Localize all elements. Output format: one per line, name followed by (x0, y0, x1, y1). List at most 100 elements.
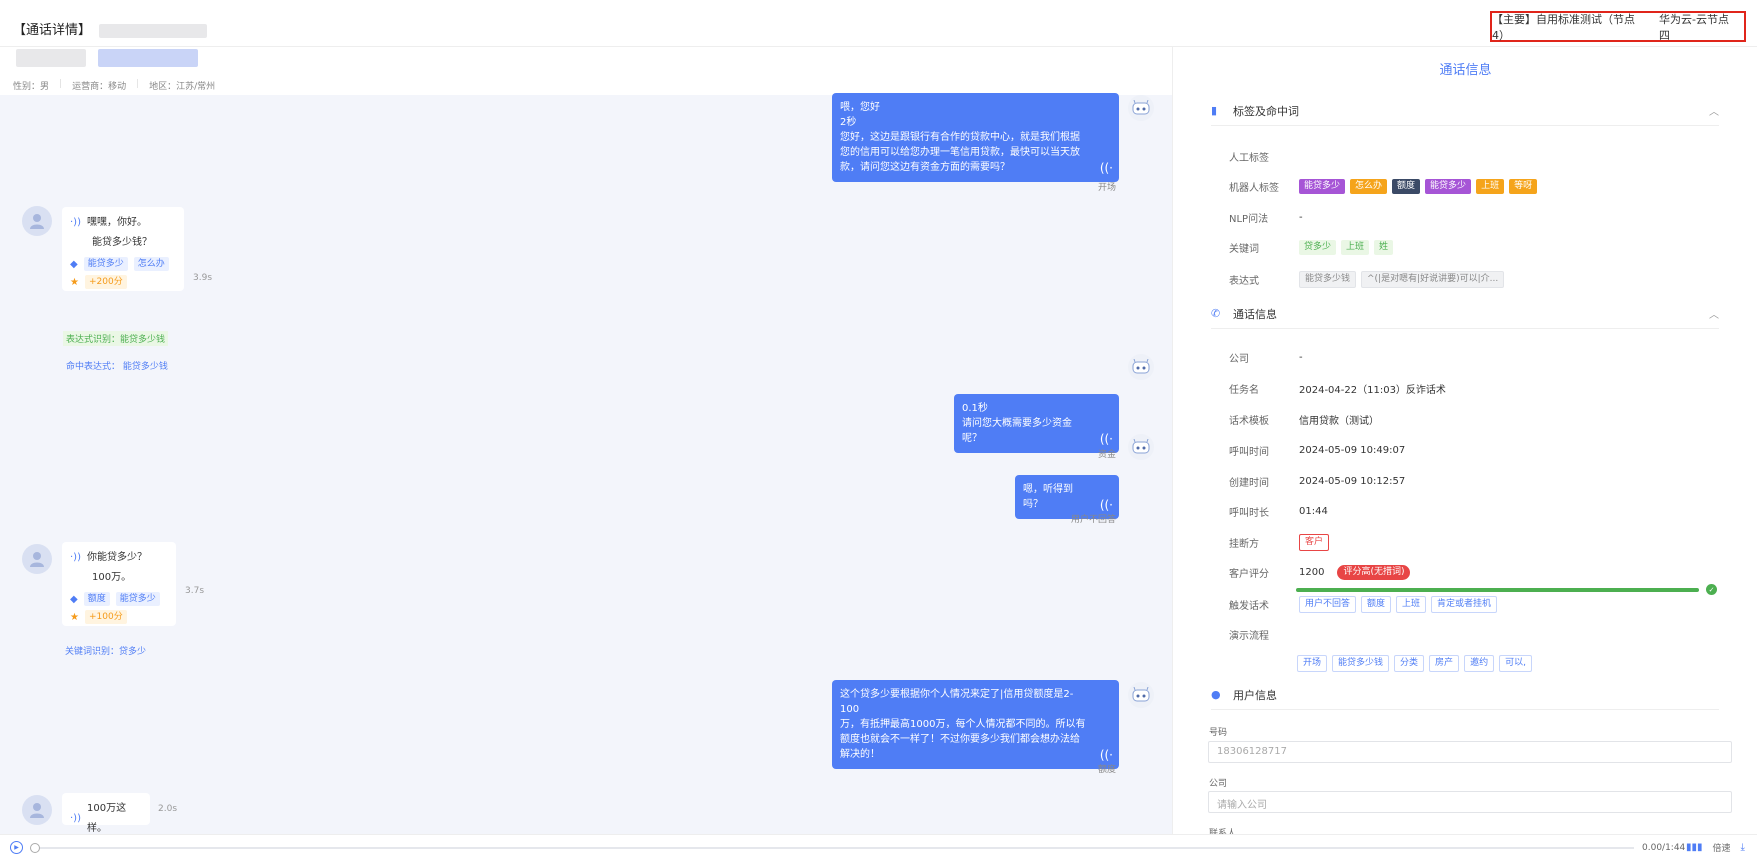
audio-play-icon[interactable]: ((· (1100, 498, 1113, 513)
audio-play-icon[interactable]: ((· (1100, 161, 1113, 176)
star-icon: ★ (70, 276, 79, 288)
audio-play-icon[interactable]: ((· (1100, 432, 1113, 447)
audio-track[interactable] (34, 847, 1634, 849)
expression-tag: 能贷多少钱 (1299, 271, 1357, 288)
keyword-tag: 上班 (1341, 240, 1370, 255)
bot-message: 0.1秒 请问您大概需要多少资金呢？ ((· (954, 394, 1119, 453)
intent-tag: 能贷多少 (115, 592, 160, 606)
user-text: 能贷多少钱？ (92, 237, 152, 248)
speech-duration: 3.9s (193, 273, 213, 283)
robot-tag: 额度 (1392, 179, 1421, 194)
user-text: 你能贷多少？ (86, 552, 147, 563)
task-row: 任务名 2024-04-22（11:03）反诈话术 (1229, 381, 1446, 396)
flow-step: 能贷多少钱 (1332, 655, 1390, 672)
user-avatar-icon (22, 206, 52, 236)
trigger-tag: 肯定或者挂机 (1431, 596, 1498, 613)
trigger-tag: 额度 (1361, 596, 1392, 613)
user-message: ·)) 嘿嘿，你好。 能贷多少钱？ ◆ 能贷多少 怎么办 ★ +200分 (62, 207, 184, 291)
section-title: 标签及命中词 (1233, 104, 1299, 118)
msg-caption: 资金 (1098, 450, 1117, 460)
score-row: ★ +100分 (70, 610, 168, 624)
flow-step: 开场 (1297, 655, 1328, 672)
expression-tag: ^(|是对嗯有|好说讲要)可以|介... (1361, 271, 1505, 288)
audio-player: ▶ 0.00/1:44 ▮▮▮ 倍速 ⤓ (0, 834, 1757, 861)
nlp-row: NLP问法 - (1229, 210, 1303, 225)
bot-message: 这个贷多少要根据你个人情况来定了|信用贷额度是2-100 万，有抵押最高1000… (832, 680, 1119, 769)
section-title: 用户信息 (1233, 688, 1277, 702)
sound-icon[interactable]: ·)) (70, 809, 81, 829)
gender-text: 性别：男 (13, 82, 50, 92)
panel-title: 通话信息 (1439, 63, 1492, 78)
seek-handle[interactable] (30, 843, 40, 853)
row-label: 演示流程 (1229, 631, 1269, 642)
blurred-phone (99, 23, 208, 38)
next-field-label: 联系人 (1209, 829, 1237, 834)
user-msg-line: ·)) 你能贷多少？ (70, 548, 168, 568)
user-msg-line: 100万。 (70, 568, 168, 588)
robot-avatar-icon (1128, 354, 1154, 380)
score-tag: +200分 (84, 275, 127, 289)
keyword-recognition: 关键词识别：贷多少 (65, 647, 147, 657)
user-msg-line: ·)) 嘿嘿，你好。 (70, 213, 176, 233)
bot-message: 喂，您好 2秒 您好，这边是跟银行有合作的贷款中心，就是我们根据 您的信用可以给… (832, 93, 1119, 182)
user-msg-line: ·)) 100万这样。 (70, 799, 142, 839)
row-label: 呼叫时间 (1229, 447, 1269, 458)
msg-line: 喂，您好 (840, 102, 880, 113)
page-title: 【通话详情】 (13, 19, 208, 38)
row-label: 任务名 (1229, 385, 1259, 396)
playback-time: 0.00/1:44 (1642, 843, 1686, 853)
chevron-up-icon[interactable]: ︿ (1709, 306, 1719, 321)
blurred-name (16, 49, 86, 67)
sound-icon[interactable]: ·)) (70, 548, 81, 568)
msg-line: 额度也就会不一样了！不过你要多少我们都会想办法给 (840, 734, 1080, 745)
user-section-header[interactable]: ● 用户信息 (1211, 680, 1719, 710)
waveform-icon[interactable]: ▮▮▮ (1686, 842, 1703, 853)
user-info-bar: 性别：男 | 运营商：移动 | 地区：江苏/常州 (0, 47, 1172, 95)
create-time-row: 创建时间 2024-05-09 10:12:57 (1229, 474, 1405, 489)
row-label: 呼叫时长 (1229, 508, 1269, 519)
section-title: 通话信息 (1233, 307, 1277, 321)
score-row: ★ +200分 (70, 275, 176, 289)
row-label: 创建时间 (1229, 478, 1269, 489)
chevron-up-icon[interactable]: ︿ (1709, 103, 1719, 118)
phone-label: 号码 (1209, 728, 1228, 738)
flow-step: 房产 (1429, 655, 1460, 672)
keyword-row: 关键词 贷多少 上班 姓 (1229, 240, 1394, 255)
node-cloud: 华为云-云节点四 (1659, 12, 1730, 42)
row-label: 触发话术 (1229, 601, 1269, 612)
company-input[interactable]: 请输入公司 (1208, 791, 1732, 813)
robot-avatar-icon (1128, 682, 1154, 708)
tag-icon: ◆ (70, 593, 78, 605)
phone-value: 18306128717 (1217, 746, 1287, 757)
title-text: 【通话详情】 (13, 23, 92, 38)
download-icon[interactable]: ⤓ (1741, 842, 1745, 853)
call-section-header[interactable]: ✆ 通话信息 ︿ (1211, 299, 1719, 329)
trigger-tag: 上班 (1396, 596, 1427, 613)
speed-button[interactable]: 倍速 (1713, 841, 1731, 854)
row-label: NLP问法 (1229, 214, 1269, 225)
audio-play-icon[interactable]: ((· (1100, 748, 1113, 763)
play-icon[interactable]: ▶ (10, 841, 23, 854)
phone-field[interactable]: 18306128717 (1208, 741, 1732, 763)
row-value: 01:44 (1299, 506, 1328, 517)
tags-section-header[interactable]: ▮ 标签及命中词 ︿ (1211, 96, 1719, 126)
conversation-panel[interactable]: 性别：男 | 运营商：移动 | 地区：江苏/常州 喂，您好 2秒 您好，这边是跟… (0, 47, 1172, 834)
row-label: 客户评分 (1229, 569, 1269, 580)
sound-icon[interactable]: ·)) (70, 213, 81, 233)
expression-recognition: 表达式识别：能贷多少钱 (63, 331, 169, 346)
row-value: 2024-05-09 10:12:57 (1299, 476, 1406, 487)
msg-line: 款，请问您这边有资金方面的需要吗？ (840, 162, 1010, 173)
duration-row: 呼叫时长 01:44 (1229, 504, 1328, 519)
top-bar: 【通话详情】 【主要】自用标准测试（节点4） 华为云-云节点四 (0, 0, 1757, 47)
call-info-panel[interactable]: 通话信息 ▮ 标签及命中词 ︿ 人工标签 机器人标签 能贷多少 怎么办 额度 能… (1172, 47, 1757, 834)
intent-tags: ◆ 能贷多少 怎么办 (70, 257, 176, 271)
user-message: ·)) 你能贷多少？ 100万。 ◆ 额度 能贷多少 ★ +100分 (62, 542, 176, 626)
robot-tag: 上班 (1476, 179, 1505, 194)
row-label: 关键词 (1229, 244, 1259, 255)
row-value: - (1299, 212, 1303, 223)
carrier-text: 运营商：移动 (72, 82, 127, 92)
node-info-box: 【主要】自用标准测试（节点4） 华为云-云节点四 (1490, 11, 1746, 42)
row-value: 2024-04-22（11:03）反诈话术 (1299, 385, 1446, 396)
row-value: 2024-05-09 10:49:07 (1299, 445, 1406, 456)
row-label: 公司 (1229, 354, 1249, 365)
